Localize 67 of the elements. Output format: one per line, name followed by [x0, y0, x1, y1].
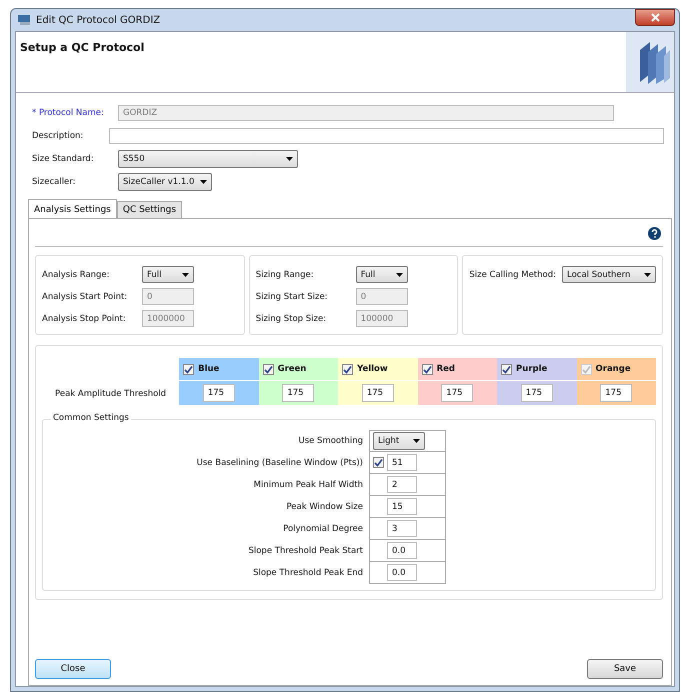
- caret-icon: [182, 272, 189, 276]
- dropdown[interactable]: Light: [373, 432, 425, 450]
- threshold-field[interactable]: 175: [282, 384, 314, 402]
- setting-label: Use Baselining (Baseline Window (Pts)): [196, 457, 364, 470]
- page-title: Setup a QC Protocol: [20, 41, 144, 54]
- dropdown[interactable]: Full: [142, 266, 194, 283]
- caret-icon: [644, 272, 651, 276]
- dye-name: Green: [278, 364, 306, 374]
- dye-name: Orange: [596, 364, 631, 374]
- setting-label: Slope Threshold Peak End: [252, 567, 364, 580]
- field-label: Sizecaller:: [32, 176, 76, 186]
- threshold-field[interactable]: 175: [202, 384, 235, 402]
- field-label: Size Standard:: [32, 154, 95, 164]
- field-label: Analysis Range:: [42, 270, 111, 280]
- dropdown[interactable]: Full: [356, 266, 408, 283]
- checkbox[interactable]: [501, 364, 512, 374]
- field-label: Sizing Range:: [256, 270, 315, 280]
- setting-label: Use Smoothing: [297, 435, 364, 448]
- dropdown[interactable]: SizeCaller v1.1.0: [118, 172, 212, 190]
- checkbox[interactable]: [183, 364, 194, 374]
- dropdown[interactable]: S550: [118, 150, 298, 168]
- window-title: Edit QC Protocol GORDIZ: [36, 14, 160, 26]
- field-label: Analysis Stop Point:: [42, 314, 127, 324]
- setting-label: Polynomial Degree: [282, 523, 364, 536]
- setting-label: Slope Threshold Peak Start: [247, 545, 364, 558]
- field-label: Sizing Stop Size:: [256, 314, 328, 324]
- tab[interactable]: QC Settings: [116, 201, 182, 218]
- threshold-field[interactable]: 175: [362, 384, 394, 402]
- text-field[interactable]: 51: [387, 454, 417, 471]
- field-label: Size Calling Method:: [469, 270, 556, 280]
- text-field[interactable]: 3: [387, 520, 417, 537]
- caret-icon: [413, 439, 420, 443]
- dye-name: Yellow: [357, 364, 388, 374]
- text-field[interactable]: [109, 128, 664, 144]
- field-label: Sizing Start Size:: [256, 292, 329, 302]
- dropdown[interactable]: Local Southern: [562, 266, 656, 283]
- checkbox[interactable]: [342, 364, 354, 374]
- field-label: * Protocol Name:: [32, 108, 105, 118]
- dye-name: Purple: [516, 364, 548, 374]
- text-field[interactable]: 0.0: [387, 564, 417, 581]
- dye-name: Blue: [198, 364, 220, 374]
- caret-icon: [200, 180, 208, 184]
- dye-name: Red: [436, 364, 455, 374]
- checkbox[interactable]: [422, 364, 433, 374]
- text-field[interactable]: 15: [387, 498, 417, 515]
- field-label: Description:: [32, 130, 84, 140]
- row-label: Peak Amplitude Threshold: [55, 389, 166, 399]
- dialog-button[interactable]: Close: [35, 659, 111, 679]
- dialog-button[interactable]: Save: [587, 659, 663, 679]
- group-title: Common Settings: [51, 413, 131, 423]
- caret-icon: [396, 272, 403, 276]
- binders-icon: [626, 32, 674, 92]
- close-button[interactable]: [635, 9, 675, 26]
- close-icon: [650, 13, 660, 22]
- caret-icon: [286, 156, 293, 160]
- text-field[interactable]: 0.0: [387, 542, 417, 559]
- checkbox[interactable]: [262, 364, 274, 374]
- setting-label: Minimum Peak Half Width: [252, 479, 364, 492]
- threshold-field[interactable]: 175: [520, 384, 553, 402]
- field-label: Analysis Start Point:: [42, 292, 128, 302]
- threshold-field[interactable]: 175: [441, 384, 474, 402]
- text-field[interactable]: 2: [387, 476, 417, 493]
- app-icon: [17, 14, 31, 26]
- checkbox[interactable]: [373, 457, 384, 468]
- help-icon[interactable]: [648, 227, 661, 240]
- tab[interactable]: Analysis Settings: [28, 199, 117, 218]
- setting-label: Peak Window Size: [285, 501, 364, 514]
